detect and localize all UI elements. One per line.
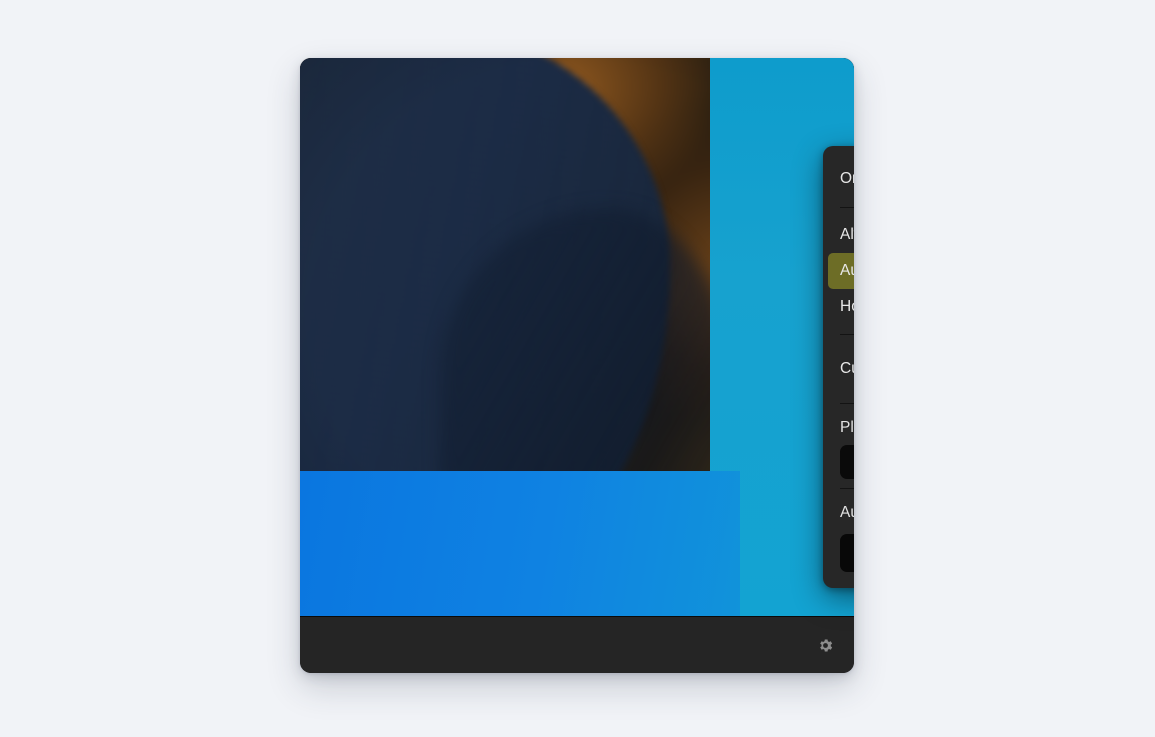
menu-divider-1 [840, 207, 854, 208]
menu-item-hotspot-hints[interactable]: Hotspot Hints [823, 289, 854, 325]
menu-item-original-size[interactable]: Original Size (100%) [823, 160, 854, 198]
settings-popover-menu: Original Size (100%) Always on Top Auto … [823, 146, 854, 588]
menu-item-always-on-top[interactable]: Always on Top [823, 217, 854, 253]
audio-input-device-select[interactable]: None [840, 534, 854, 572]
app-window: Original Size (100%) Always on Top Auto … [300, 58, 854, 673]
playback-speed-segmented-control: .1x .25x .5x .75x 1x 2x [840, 445, 854, 479]
hotspot-hints-label: Hotspot Hints [840, 298, 854, 315]
cursor-type-label: Cursor Type [840, 360, 854, 377]
always-on-top-label: Always on Top [840, 226, 854, 243]
bottom-toolbar [300, 616, 854, 673]
playback-speed-label: Playback Speed [840, 419, 854, 436]
speed-option-0[interactable]: .1x [843, 448, 854, 476]
original-size-label: Original Size (100%) [840, 170, 854, 187]
cursor-type-row: Cursor Type [823, 344, 854, 394]
video-preview-surface[interactable] [300, 58, 854, 616]
menu-divider-2 [840, 334, 854, 335]
gear-icon [817, 637, 834, 654]
audio-input-device-label: Audio Input Device [840, 504, 854, 521]
settings-gear-button[interactable] [808, 629, 842, 663]
menu-item-auto-restart[interactable]: Auto Restart [828, 253, 854, 289]
menu-divider-4 [840, 488, 854, 489]
auto-restart-label: Auto Restart [840, 262, 854, 279]
preview-accent-panel-bottom [300, 471, 740, 616]
menu-divider-3 [840, 403, 854, 404]
